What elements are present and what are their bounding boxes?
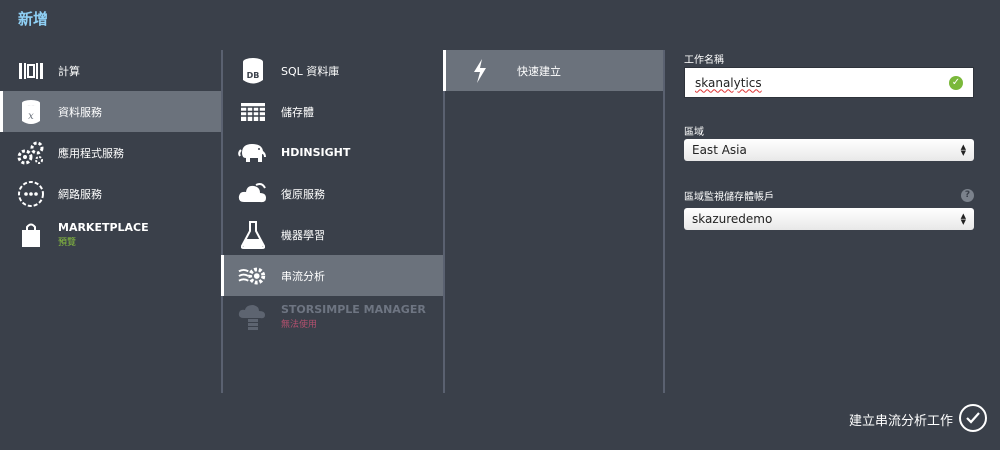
category-label: 網路服務	[58, 187, 102, 201]
submit-check-button[interactable]	[959, 404, 987, 432]
service-label: 復原服務	[281, 187, 325, 201]
valid-check-icon: ✓	[949, 75, 963, 90]
service-stream-analytics[interactable]: 串流分析	[221, 255, 443, 296]
service-recovery[interactable]: 復原服務	[223, 173, 443, 214]
service-label: 串流分析	[281, 269, 325, 283]
service-label: 機器學習	[281, 228, 325, 242]
category-compute[interactable]: 計算	[0, 50, 221, 91]
compute-icon	[16, 56, 46, 86]
category-label: MARKETPLACE	[58, 221, 149, 234]
category-label: 應用程式服務	[58, 146, 124, 160]
checkmark-icon	[966, 412, 980, 424]
service-storage[interactable]: 儲存體	[223, 91, 443, 132]
service-hdinsight[interactable]: HDINSIGHT	[223, 132, 443, 173]
app-services-icon	[16, 138, 46, 168]
submit-label: 建立串流分析工作	[849, 414, 954, 429]
database-icon: DB	[238, 56, 268, 86]
category-marketplace[interactable]: MARKETPLACE 預覽	[0, 214, 221, 255]
service-sql-database[interactable]: DB SQL 資料庫	[223, 50, 443, 91]
quick-create-form: 工作名稱 skanalytics ✓ 區域 East Asia ▲ ▼ 區域監視儲…	[684, 50, 974, 230]
option-label: 快速建立	[517, 64, 561, 78]
category-label: 計算	[58, 64, 80, 78]
job-name-input[interactable]: skanalytics ✓	[684, 67, 974, 98]
marketplace-bag-icon	[16, 220, 46, 250]
region-value: East Asia	[692, 143, 747, 157]
category-list: 計算 x 資料服務 應用程式服務 網路服務 MARKETPLACE 預覽	[0, 50, 221, 255]
network-services-icon	[16, 179, 46, 209]
service-list: DB SQL 資料庫 儲存體 HDINSIGHT 復原服務 機器學習 串流分析 …	[221, 50, 443, 393]
preview-badge: 預覽	[58, 238, 77, 248]
service-storsimple-manager: STORSIMPLE MANAGER 無法使用	[223, 296, 443, 337]
page-title: 新增	[18, 10, 49, 28]
svg-text:x: x	[28, 111, 34, 122]
service-label: HDINSIGHT	[281, 146, 351, 159]
lightning-icon	[465, 56, 495, 86]
elephant-icon	[238, 138, 268, 168]
select-arrows-icon: ▲ ▼	[960, 143, 966, 157]
storage-account-label: 區域監視儲存體帳戶 ?	[684, 187, 974, 203]
region-label: 區域	[684, 126, 704, 138]
svg-text:DB: DB	[247, 71, 260, 80]
service-label: 儲存體	[281, 105, 314, 119]
storage-account-value: skazuredemo	[692, 212, 773, 226]
region-select[interactable]: East Asia ▲ ▼	[684, 139, 974, 161]
cloud-storage-icon	[238, 302, 268, 332]
job-name-value: skanalytics	[695, 75, 762, 90]
service-machine-learning[interactable]: 機器學習	[223, 214, 443, 255]
category-data-services[interactable]: x 資料服務	[0, 91, 221, 132]
category-network-services[interactable]: 網路服務	[0, 173, 221, 214]
service-label: SQL 資料庫	[281, 64, 340, 78]
flask-icon	[238, 220, 268, 250]
recovery-cloud-icon	[238, 179, 268, 209]
option-quick-create[interactable]: 快速建立	[443, 50, 663, 91]
storage-account-select[interactable]: skazuredemo ▲ ▼	[684, 208, 974, 230]
job-name-label: 工作名稱	[684, 54, 724, 66]
stream-gear-icon	[238, 261, 268, 291]
option-list: 快速建立	[443, 50, 665, 393]
data-services-icon: x	[16, 97, 46, 127]
help-icon[interactable]: ?	[961, 188, 974, 202]
storage-grid-icon	[238, 97, 268, 127]
category-label: 資料服務	[58, 105, 102, 119]
category-app-services[interactable]: 應用程式服務	[0, 132, 221, 173]
unavailable-badge: 無法使用	[281, 320, 318, 330]
select-arrows-icon: ▲ ▼	[960, 212, 966, 226]
service-label: STORSIMPLE MANAGER	[281, 303, 426, 316]
